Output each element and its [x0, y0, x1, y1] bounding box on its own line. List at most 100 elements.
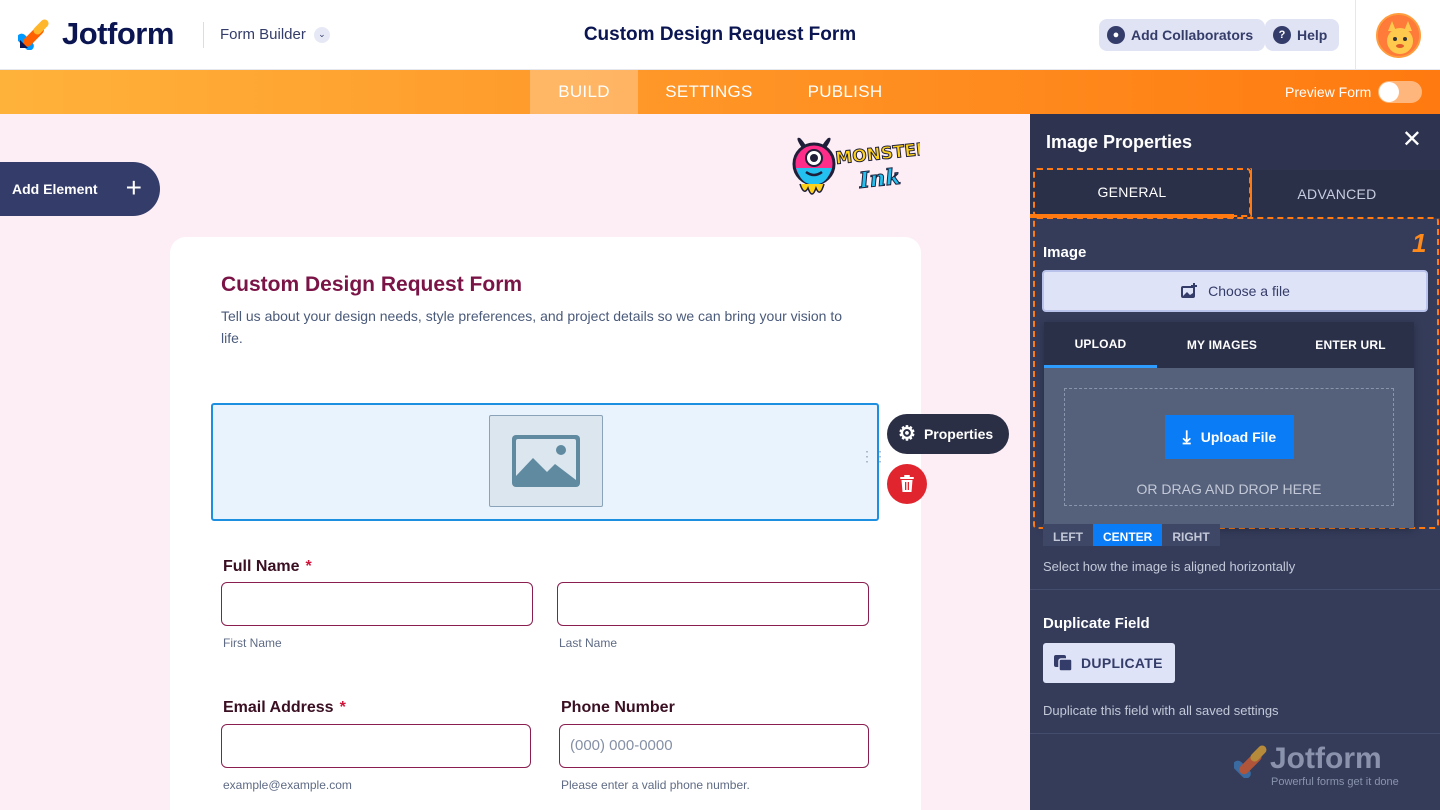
required-mark: *: [305, 558, 312, 575]
jotform-logo-icon: [18, 19, 49, 50]
preview-form-toggle[interactable]: [1378, 81, 1422, 103]
email-label-text: Email Address: [223, 699, 334, 716]
tab-settings-label: SETTINGS: [665, 82, 753, 101]
tab-settings[interactable]: SETTINGS: [642, 70, 776, 114]
tab-enter-url[interactable]: ENTER URL: [1287, 322, 1414, 368]
help-button[interactable]: ? Help: [1265, 19, 1340, 51]
phone-label: Phone Number: [561, 699, 675, 716]
top-bar: Jotform Form Builder ⌄ Custom Design Req…: [0, 0, 1440, 70]
footer-brand: Jotform: [1270, 742, 1382, 775]
align-right-button[interactable]: RIGHT: [1162, 524, 1220, 546]
gear-icon: ⚙: [898, 423, 916, 445]
upload-file-label: Upload File: [1200, 429, 1277, 445]
tab-upload[interactable]: UPLOAD: [1044, 322, 1157, 368]
tab-advanced-label: ADVANCED: [1297, 186, 1377, 202]
email-field[interactable]: [221, 724, 531, 768]
avatar-face-icon: [1378, 15, 1419, 56]
tab-build[interactable]: BUILD: [530, 70, 638, 114]
tab-publish-label: PUBLISH: [807, 82, 883, 101]
close-icon[interactable]: ✕: [1402, 128, 1422, 152]
jotform-logo-text: Jotform: [62, 16, 174, 51]
duplicate-button-label: DUPLICATE: [1081, 655, 1163, 671]
tab-my-images[interactable]: MY IMAGES: [1157, 322, 1287, 368]
upload-popover: UPLOAD MY IMAGES ENTER URL ⤓ Upload File…: [1044, 322, 1414, 528]
first-name-sublabel: First Name: [223, 636, 282, 650]
last-name-input[interactable]: [557, 582, 869, 626]
add-element-label: Add Element: [12, 181, 98, 197]
tab-enter-url-label: ENTER URL: [1315, 338, 1386, 352]
image-properties-panel: Image Properties ✕ GENERAL ADVANCED Imag…: [1030, 114, 1440, 810]
panel-title: Image Properties: [1046, 132, 1193, 152]
duplicate-hint: Duplicate this field with all saved sett…: [1043, 703, 1279, 718]
tab-my-images-label: MY IMAGES: [1186, 338, 1258, 352]
download-icon: ⤓: [1182, 426, 1191, 447]
jotform-footer-logo-icon: [1234, 745, 1267, 778]
image-field-selected[interactable]: ⋮⋮: [211, 403, 887, 521]
tab-publish[interactable]: PUBLISH: [786, 70, 904, 114]
form-builder-dropdown[interactable]: Form Builder ⌄: [220, 26, 330, 43]
preview-form-label: Preview Form: [1285, 84, 1372, 100]
question-icon: ?: [1273, 26, 1291, 44]
drag-drop-text: OR DRAG AND DROP HERE: [1136, 481, 1322, 497]
image-add-icon: [1181, 283, 1198, 298]
section-divider: [1030, 589, 1440, 590]
footer-logo: Jotform Powerful forms get it done: [1234, 742, 1414, 792]
choose-file-button[interactable]: Choose a file: [1042, 270, 1428, 312]
svg-text:MONSTERS: MONSTERS: [834, 138, 920, 169]
section-divider: [1030, 733, 1440, 734]
properties-label: Properties: [923, 426, 994, 442]
form-card: Custom Design Request Form Tell us about…: [170, 237, 921, 810]
duplicate-button[interactable]: DUPLICATE: [1043, 643, 1175, 683]
required-mark: *: [339, 699, 346, 716]
header-divider: [203, 22, 204, 48]
full-name-label: Full Name *: [223, 558, 312, 576]
align-center-button[interactable]: CENTER: [1093, 524, 1163, 546]
step-number-badge: 1: [1412, 228, 1427, 258]
builder-nav: BUILD SETTINGS PUBLISH Preview Form: [0, 70, 1440, 114]
tab-advanced[interactable]: ADVANCED: [1234, 170, 1440, 218]
full-name-label-text: Full Name: [223, 558, 300, 575]
form-title-text[interactable]: Custom Design Request Form: [584, 24, 856, 45]
tab-upload-label: UPLOAD: [1074, 336, 1127, 351]
drop-zone[interactable]: ⤓ Upload File OR DRAG AND DROP HERE: [1064, 388, 1394, 506]
help-label: Help: [1297, 27, 1328, 43]
duplicate-field-label: Duplicate Field: [1043, 615, 1150, 632]
form-heading[interactable]: Custom Design Request Form: [221, 273, 522, 297]
phone-sublabel: Please enter a valid phone number.: [561, 778, 750, 792]
toggle-knob: [1379, 82, 1399, 102]
image-placeholder: [489, 415, 603, 507]
phone-field[interactable]: (000) 000-0000: [559, 724, 869, 768]
panel-header: Image Properties ✕: [1030, 114, 1440, 170]
first-name-input[interactable]: [221, 582, 533, 626]
upload-file-button[interactable]: ⤓ Upload File: [1165, 415, 1294, 459]
image-label: Image: [1043, 244, 1087, 261]
add-collaborators-label: Add Collaborators: [1131, 27, 1254, 43]
svg-text:Ink: Ink: [857, 164, 902, 194]
footer-tagline: Powerful forms get it done: [1271, 776, 1399, 788]
trash-icon: [900, 475, 914, 492]
properties-button[interactable]: ⚙ Properties: [887, 414, 1009, 454]
chevron-down-icon: ⌄: [313, 26, 330, 43]
add-collaborators-button[interactable]: ● Add Collaborators: [1099, 19, 1266, 51]
account-area: [1355, 0, 1440, 70]
delete-field-button[interactable]: [887, 464, 927, 504]
drag-handle-icon[interactable]: ⋮⋮: [860, 449, 887, 463]
upload-tabs: UPLOAD MY IMAGES ENTER URL: [1044, 322, 1414, 368]
image-icon: [512, 435, 580, 487]
email-label: Email Address *: [223, 699, 346, 717]
alignment-options: LEFT CENTER RIGHT: [1043, 524, 1220, 546]
form-canvas: Add Element + MONSTERS Ink Custom Design…: [0, 114, 1030, 810]
duplicate-icon: [1054, 655, 1073, 672]
last-name-sublabel: Last Name: [559, 636, 618, 650]
align-left-button[interactable]: LEFT: [1043, 524, 1093, 546]
jotform-logo[interactable]: Jotform: [18, 16, 174, 52]
add-element-button[interactable]: Add Element +: [0, 162, 160, 216]
highlight-connector: [1250, 168, 1252, 217]
email-sublabel: example@example.com: [223, 778, 352, 792]
monsters-ink-logo[interactable]: MONSTERS Ink: [784, 134, 920, 204]
avatar[interactable]: [1376, 13, 1421, 58]
jotform-builder: Jotform Form Builder ⌄ Custom Design Req…: [0, 0, 1440, 810]
form-subheading[interactable]: Tell us about your design needs, style p…: [221, 305, 861, 349]
form-builder-label: Form Builder: [220, 26, 306, 43]
alignment-hint: Select how the image is aligned horizont…: [1043, 559, 1296, 574]
